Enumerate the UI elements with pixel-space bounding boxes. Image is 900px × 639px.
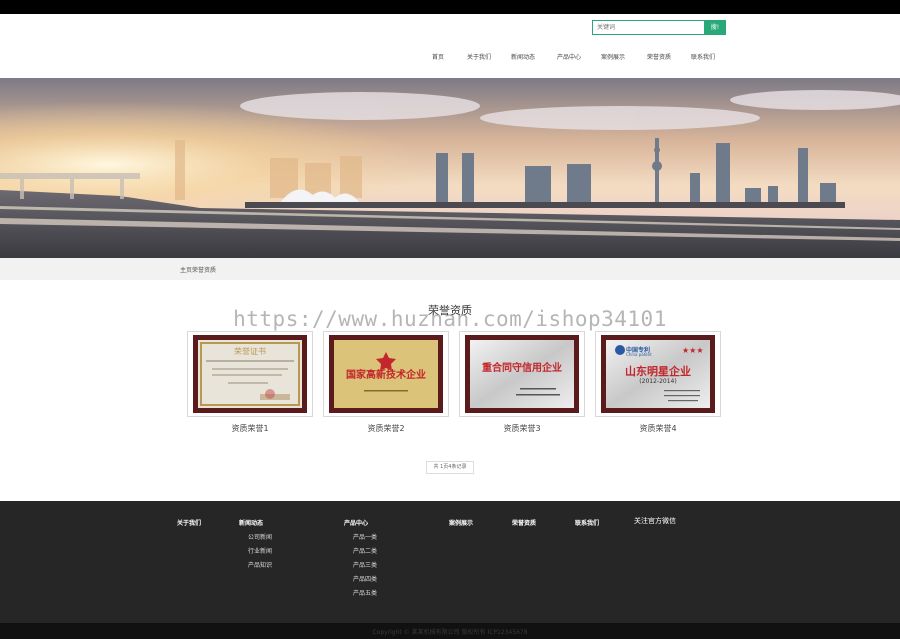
breadcrumb-bar: 主页荣誉资质 [0, 258, 900, 280]
certificate-frame: 国家高新技术企业 [329, 335, 443, 413]
certificate-label-1[interactable]: 资质荣誉1 [187, 423, 313, 434]
pagination-info: 共 1页4条记录 [426, 461, 474, 474]
footer-link[interactable]: 公司新闻 [248, 532, 272, 541]
footer-link[interactable]: 行业新闻 [248, 546, 272, 555]
certificate-card-2[interactable]: 国家高新技术企业 [323, 331, 449, 417]
certificate-label-3[interactable]: 资质荣誉3 [459, 423, 585, 434]
nav-news[interactable]: 新闻动态 [511, 52, 535, 61]
footer-col-about[interactable]: 关于我们 [177, 518, 201, 527]
certificate-label-4[interactable]: 资质荣誉4 [595, 423, 721, 434]
nav-cases[interactable]: 案例展示 [601, 52, 625, 61]
footer-link[interactable]: 产品五类 [353, 588, 377, 597]
certificate-title-2: 国家高新技术企业 [346, 370, 426, 381]
footer-col-honors[interactable]: 荣誉资质 [512, 518, 536, 527]
certificate-frame: 重合同守信用企业 [465, 335, 579, 413]
footer-col-contact[interactable]: 联系我们 [575, 518, 599, 527]
certificate-frame: 荣誉证书 [193, 335, 307, 413]
nav-contact[interactable]: 联系我们 [691, 52, 715, 61]
footer-link[interactable]: 产品二类 [353, 546, 377, 555]
certificate-year-4: (2012-2014) [639, 378, 677, 385]
footer: 关于我们 新闻动态 公司新闻 行业新闻 产品知识 产品中心 产品一类 产品二类 … [0, 501, 900, 623]
breadcrumb[interactable]: 主页荣誉资质 [180, 265, 216, 274]
footer-col-products[interactable]: 产品中心 [344, 518, 368, 527]
search-input[interactable] [592, 20, 706, 35]
certificate-label-2[interactable]: 资质荣誉2 [323, 423, 449, 434]
footer-col-cases[interactable]: 案例展示 [449, 518, 473, 527]
certificate-title-3: 重合同守信用企业 [482, 363, 562, 374]
nav-products[interactable]: 产品中心 [557, 52, 581, 61]
nav-home[interactable]: 首页 [432, 52, 444, 61]
search-box: 搜! [592, 20, 726, 35]
certificate-image-3 [470, 340, 574, 408]
main-nav: 首页 关于我们 新闻动态 产品中心 案例展示 荣誉资质 联系我们 [0, 52, 900, 62]
copyright-text: Copyright © 某某机械有限公司 版权所有 ICP12345678 [372, 629, 528, 636]
nav-honors[interactable]: 荣誉资质 [647, 52, 671, 61]
certificate-title-4: 山东明星企业 [625, 365, 691, 378]
footer-link[interactable]: 产品三类 [353, 560, 377, 569]
certificate-frame: ★★★ 中国专利 China patent 山东明星企业 (2012-2014) [601, 335, 715, 413]
footer-link[interactable]: 产品四类 [353, 574, 377, 583]
copyright-bar: Copyright © 某某机械有限公司 版权所有 ICP12345678 [0, 623, 900, 639]
footer-col-news[interactable]: 新闻动态 [239, 518, 263, 527]
certificate-card-1[interactable]: 荣誉证书 [187, 331, 313, 417]
top-bar [0, 0, 900, 14]
footer-link[interactable]: 产品一类 [353, 532, 377, 541]
certificate-card-4[interactable]: ★★★ 中国专利 China patent 山东明星企业 (2012-2014) [595, 331, 721, 417]
nav-about[interactable]: 关于我们 [467, 52, 491, 61]
svg-text:★★★: ★★★ [682, 346, 704, 355]
watermark-text: https://www.huzhan.com/ishop34101 [233, 307, 667, 331]
certificate-card-3[interactable]: 重合同守信用企业 [459, 331, 585, 417]
footer-link[interactable]: 产品知识 [248, 560, 272, 569]
search-button[interactable]: 搜! [704, 20, 726, 35]
hero-banner [0, 78, 900, 258]
certificate-title-1: 荣誉证书 [234, 347, 266, 356]
city-skyline-image [0, 78, 900, 258]
wechat-follow-label: 关注官方微信 [634, 517, 676, 525]
certificate-subheader-4: China patent [626, 352, 652, 357]
